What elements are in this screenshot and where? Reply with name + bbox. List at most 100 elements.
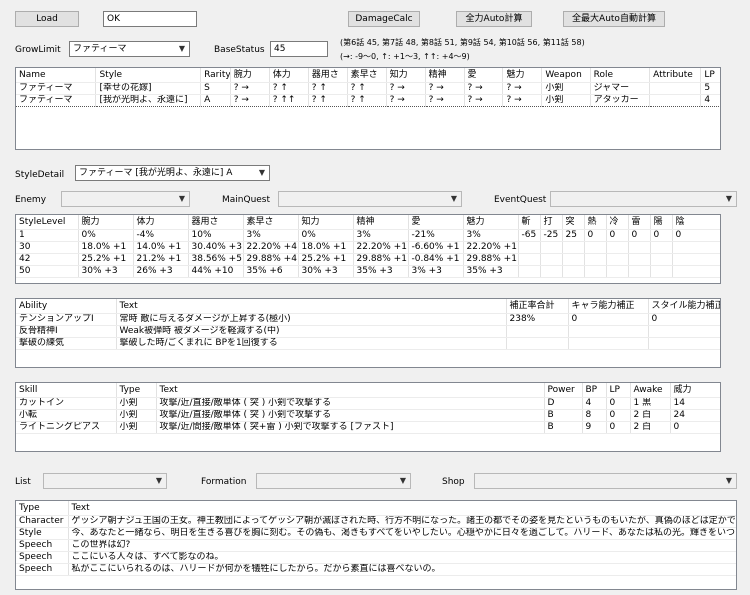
level-row[interactable]: 30 18.0% +1 14.0% +1 30.40% +3 22.20% +4 18.0… [16,241,720,254]
text-row[interactable]: Style 今、あなたと一緒なら、明日を生きる喜びを胸に刻む。その偽も、渇きもすべ… [16,527,736,540]
column-header[interactable]: 熱 [584,215,607,230]
column-header[interactable]: StyleLevel [16,215,79,230]
table-cell [606,253,629,266]
column-header[interactable]: Skill [16,383,117,398]
column-header[interactable]: 器用さ [188,215,244,230]
ability-grid[interactable]: Ability Text 補正率合計 キャラ能力補正 スタイル能力補正 テンションアップⅠ… [15,298,721,368]
table-cell [568,325,649,338]
style-detail-select[interactable]: ファティーマ [我が光明よ、永遠に] A ▼ [75,165,270,181]
column-header[interactable]: 愛 [408,215,464,230]
episode-info: (第6話 45, 第7話 48, 第8話 51, 第9話 54, 第10話 56… [340,38,585,47]
column-header[interactable]: 魅力 [502,68,543,83]
column-header[interactable]: Type [116,383,157,398]
grow-limit-select[interactable]: ファティーマ ▼ [69,41,190,57]
column-header[interactable]: Awake [630,383,671,398]
column-header[interactable]: 体力 [269,68,309,83]
column-header[interactable]: LP [606,383,631,398]
column-header[interactable]: 魅力 [463,215,519,230]
table-cell: Character [16,515,69,528]
skill-row[interactable]: 小転 小剣 攻撃/近/直接/敵単体 ( 突 ) 小剣で攻撃する B 8 0 2 白 24 [16,409,720,422]
table-cell [518,241,541,254]
column-header[interactable]: Style [95,68,202,83]
table-cell: 0 [628,229,651,242]
load-button[interactable]: Load [15,11,79,27]
list-select[interactable]: ▼ [43,473,167,489]
texts-header-row: Type Text [16,501,736,516]
skill-row[interactable]: ライトニングピアス 小剣 攻撃/近/間接/敵単体 ( 突+雷 ) 小剣で攻撃する [… [16,421,720,434]
ability-row[interactable]: テンションアップⅠ 常時 敵に与えるダメージが上昇する(極小) 238% 0 0 [16,313,720,326]
text-row[interactable]: Speech 私がここにいられるのは、ハリードが何かを犠牲にしたから。だから素直に… [16,563,736,576]
styles-grid[interactable]: Name Style Rarity 腕力 体力 器用さ 素早さ 知力 精神愛魅力 Weapon Ro… [15,67,721,150]
column-header[interactable]: Attribute [649,68,702,83]
main-quest-select[interactable]: ▼ [278,191,462,207]
table-cell [650,241,673,254]
column-header[interactable]: 冷 [606,215,629,230]
column-header[interactable]: 器用さ [308,68,348,83]
column-header[interactable]: 打 [540,215,563,230]
column-header[interactable]: 突 [562,215,585,230]
table-cell [540,241,563,254]
skill-row[interactable]: カットイン 小剣 攻撃/近/直接/敵単体 ( 突 ) 小剣で攻撃する D 4 0 1 黒 14 [16,397,720,410]
column-header[interactable]: 素早さ [347,68,387,83]
column-header[interactable]: 腕力 [230,68,270,83]
column-header[interactable]: 愛 [464,68,504,83]
damage-calc-button[interactable]: DamageCalc [348,11,420,27]
column-header[interactable]: キャラ能力補正 [568,299,649,314]
table-cell [628,241,651,254]
formation-select[interactable]: ▼ [256,473,411,489]
style-level-grid[interactable]: StyleLevel 腕力 体力 器用さ 素早さ 知力 精神愛魅力斬打突熱冷雷陽陰 1 0% -4… [15,214,721,284]
column-header[interactable]: Text [116,299,507,314]
full-auto-calc-button[interactable]: 全力Auto計算 [456,11,532,27]
column-header[interactable]: 知力 [298,215,354,230]
column-header[interactable]: 精神 [353,215,409,230]
level-row[interactable]: 42 25.2% +1 21.2% +1 38.56% +5 29.88% +4 25.2… [16,253,720,266]
load-status-field[interactable]: OK [103,11,197,27]
ability-row[interactable]: 撃破の練気 撃破した時/ごくまれに BPを1回復する [16,337,720,350]
table-cell [650,265,673,278]
column-header[interactable]: Weapon [541,68,591,83]
column-header[interactable]: Power [544,383,583,398]
table-cell: S [200,82,231,95]
column-header[interactable]: Type [16,501,69,516]
max-auto-calc-button[interactable]: 全最大Auto自動計算 [563,11,665,27]
column-header[interactable]: Text [68,501,736,516]
column-header[interactable]: 腕力 [78,215,134,230]
event-quest-select[interactable]: ▼ [550,191,737,207]
text-row[interactable]: Speech ここにいる人々は、すべて影なのね。 [16,551,736,564]
column-header[interactable]: 斬 [518,215,541,230]
column-header[interactable]: Text [156,383,545,398]
text-grid[interactable]: Type Text Character ゲッシア朝ナジュ王国の王女。神王教団によってゲ… [15,500,737,590]
column-header[interactable]: Rarity [200,68,231,83]
style-row[interactable]: ファティーマ [幸せの花嫁] S? →? ↑? ↑? ↑? →? →? →? → 小剣… [16,82,720,95]
text-row[interactable]: Character ゲッシア朝ナジュ王国の王女。神王教団によってゲッシア朝が滅ぼさ… [16,515,736,528]
column-header[interactable]: LP [700,68,720,83]
column-header[interactable]: Name [16,68,97,83]
column-header[interactable]: 陰 [672,215,720,230]
text-row[interactable]: Speech この世界は幻? [16,539,736,552]
shop-select[interactable]: ▼ [474,473,737,489]
column-header[interactable]: 雷 [628,215,651,230]
enemy-select[interactable]: ▼ [61,191,190,207]
level-row[interactable]: 1 0% -4% 10% 3% 0% 3% -21% 3% -65 -25 25 0 0 0 0 0 [16,229,720,242]
column-header[interactable]: スタイル能力補正 [648,299,720,314]
table-cell: 撃破した時/ごくまれに BPを1回復する [116,337,507,350]
column-header[interactable]: 体力 [133,215,189,230]
table-cell [540,265,563,278]
ability-row[interactable]: 反骨精神Ⅰ Weak被弾時 被ダメージを軽減する(中) [16,325,720,338]
column-header[interactable]: 知力 [386,68,426,83]
column-header[interactable]: Ability [16,299,117,314]
column-header[interactable]: 威力 [670,383,720,398]
column-header[interactable]: 素早さ [243,215,299,230]
column-header[interactable]: Role [590,68,651,83]
base-status-input[interactable]: 45 [270,41,328,57]
level-row[interactable]: 50 30% +3 26% +3 44% +10 35% +6 30% +3 35% +3 3… [16,265,720,278]
column-header[interactable]: 補正率合計 [506,299,569,314]
style-row[interactable]: ファティーマ [我が光明よ、永遠に] A? →? ↑↑? ↑? ↑? →? →? →… [16,94,720,107]
table-cell: ライトニングピアス [16,421,117,434]
event-quest-label: EventQuest [494,195,547,205]
table-cell: 35% +3 [463,265,519,278]
column-header[interactable]: 陽 [650,215,673,230]
column-header[interactable]: BP [582,383,607,398]
column-header[interactable]: 精神 [425,68,465,83]
skill-grid[interactable]: Skill Type Text Power BP LP Awake 威力 カットイン 小剣 攻撃/近… [15,382,721,452]
